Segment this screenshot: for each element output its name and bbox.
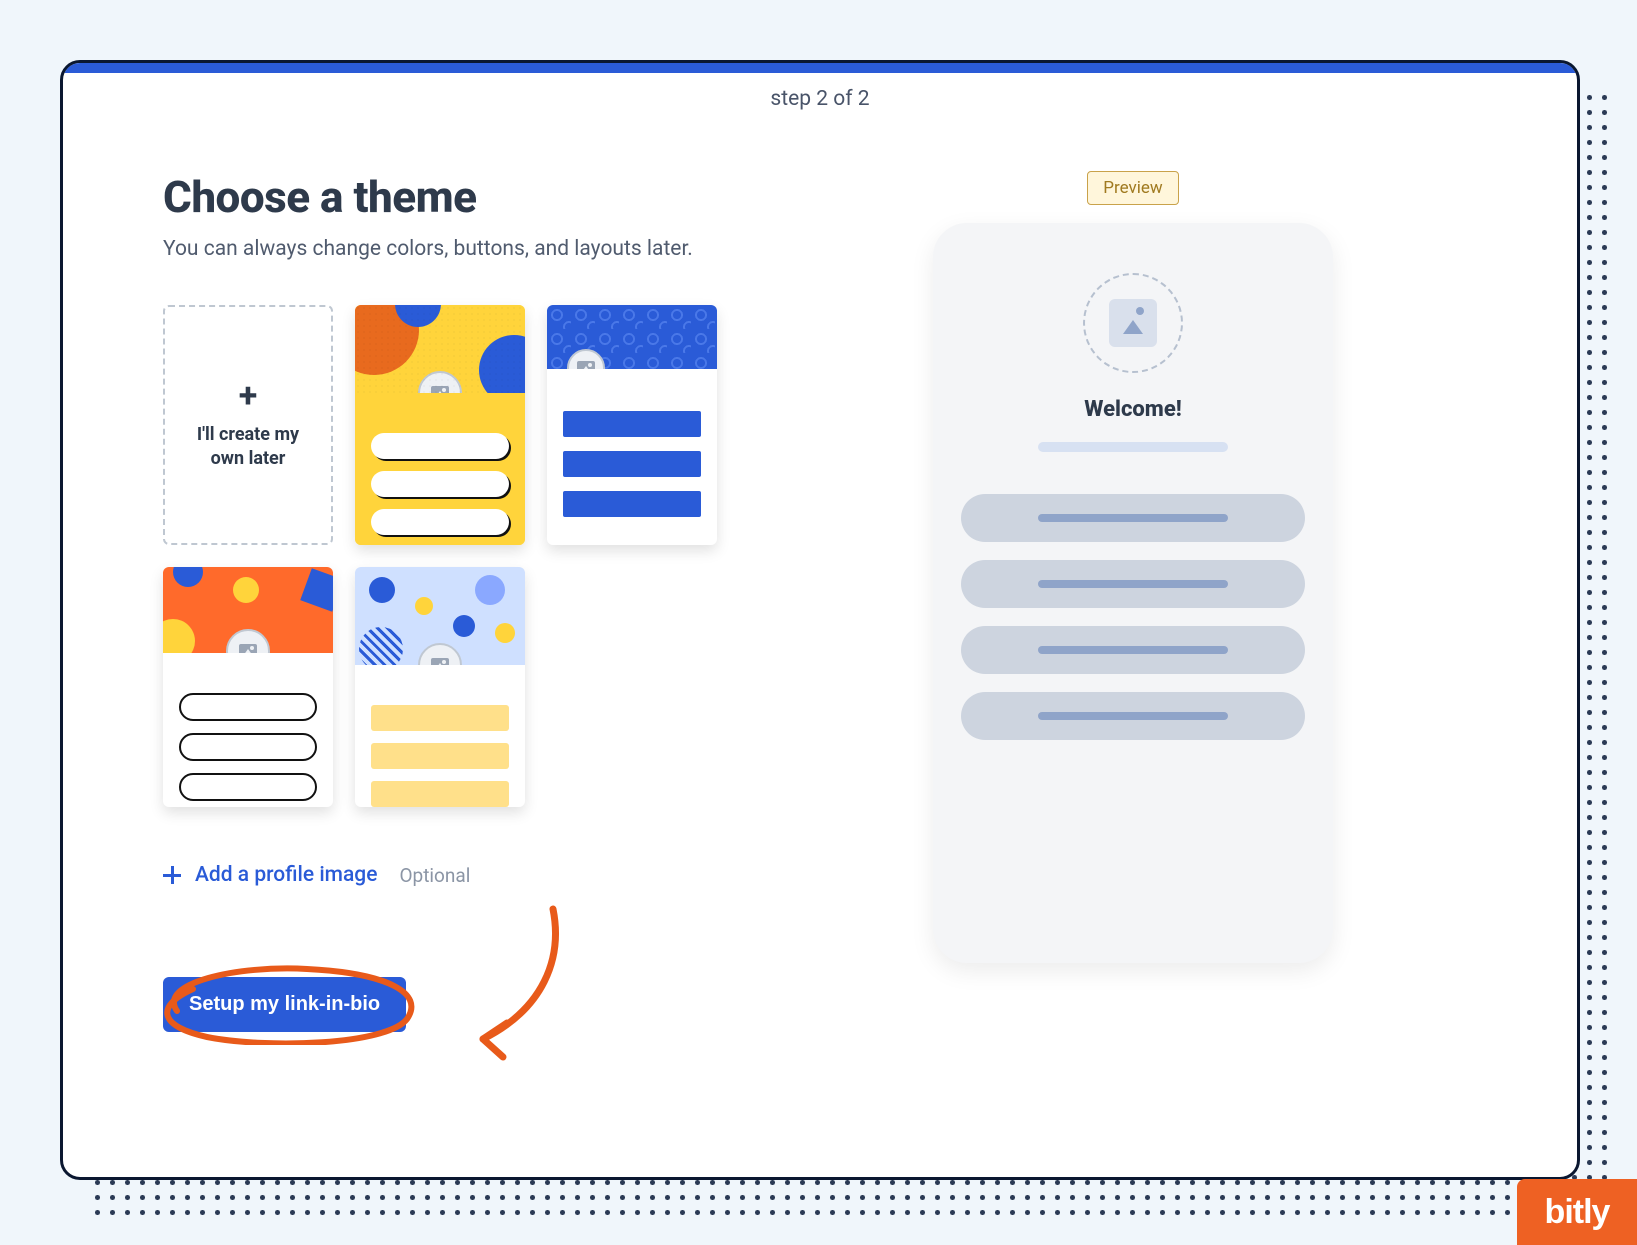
theme-own-label: I'll create my own later [183, 423, 313, 472]
bitly-logo: bitly [1517, 1179, 1637, 1245]
theme-option-orange-burst[interactable] [163, 567, 333, 807]
theme-header [163, 567, 333, 653]
plus-icon [163, 866, 181, 884]
preview-avatar-placeholder [1083, 273, 1183, 373]
page-title: Choose a theme [163, 171, 783, 223]
theme-option-create-own[interactable]: + I'll create my own later [163, 305, 333, 545]
theme-header [547, 305, 717, 369]
right-column: Preview Welcome! [923, 171, 1343, 963]
preview-link-button [961, 494, 1305, 542]
preview-link-button [961, 560, 1305, 608]
theme-option-light-dots[interactable] [355, 567, 525, 807]
preview-subtitle-placeholder [1038, 442, 1228, 452]
page-subtitle: You can always change colors, buttons, a… [163, 237, 783, 261]
add-profile-row: Add a profile image Optional [163, 863, 783, 887]
annotation-arrow-icon [463, 899, 583, 1069]
avatar-placeholder-icon [418, 643, 462, 665]
theme-header [355, 567, 525, 665]
phone-preview: Welcome! [933, 223, 1333, 963]
preview-welcome-text: Welcome! [961, 397, 1305, 422]
left-column: Choose a theme You can always change col… [163, 171, 783, 1057]
theme-option-blue-pattern[interactable] [547, 305, 717, 545]
plus-icon: + [239, 379, 258, 413]
setup-button-wrap: Setup my link-in-bio [163, 977, 483, 1057]
theme-links-preview [355, 393, 525, 545]
avatar-placeholder-icon [418, 371, 462, 393]
setup-link-in-bio-button[interactable]: Setup my link-in-bio [163, 977, 406, 1032]
add-profile-image-link[interactable]: Add a profile image [163, 863, 377, 887]
avatar-placeholder-icon [226, 629, 270, 653]
preview-link-button [961, 626, 1305, 674]
theme-links-preview [163, 653, 333, 807]
app-window: step 2 of 2 Choose a theme You can alway… [60, 60, 1580, 1180]
step-indicator: step 2 of 2 [63, 63, 1577, 111]
theme-links-preview [547, 369, 717, 533]
image-placeholder-icon [1109, 299, 1157, 347]
optional-label: Optional [399, 864, 470, 887]
themes-grid: + I'll create my own later [163, 305, 783, 807]
theme-header [355, 305, 525, 393]
decorative-dots-bottom [90, 1175, 1590, 1215]
add-profile-label: Add a profile image [195, 863, 377, 887]
preview-link-button [961, 692, 1305, 740]
theme-option-yellow-abstract[interactable] [355, 305, 525, 545]
avatar-placeholder-icon [567, 349, 605, 369]
theme-links-preview [355, 665, 525, 807]
preview-badge: Preview [1087, 171, 1179, 205]
